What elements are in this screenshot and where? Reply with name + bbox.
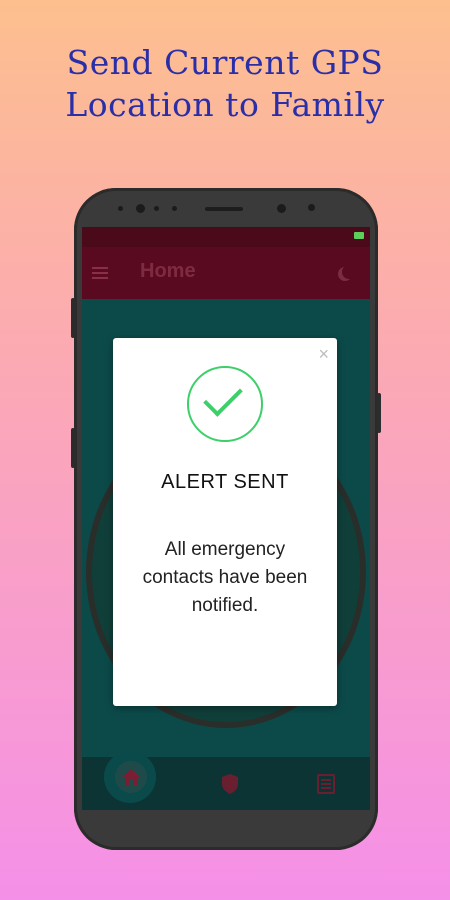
- dialog-message: All emergency contacts have been notifie…: [142, 539, 308, 616]
- sensor-icon: [118, 206, 123, 211]
- phone-side-button: [71, 428, 75, 468]
- status-bar: [82, 227, 370, 247]
- sensor-icon: [154, 206, 159, 211]
- headline-line-1: Send Current GPS: [66, 43, 384, 82]
- close-icon[interactable]: ×: [318, 344, 329, 365]
- check-mark: [203, 377, 243, 417]
- moon-icon[interactable]: [342, 265, 356, 279]
- phone-side-button: [71, 298, 75, 338]
- app-bar: Home: [82, 247, 370, 299]
- phone-top-bezel: [74, 203, 378, 215]
- camera-icon: [277, 204, 286, 213]
- phone-side-button: [377, 393, 381, 433]
- camera-icon: [136, 204, 145, 213]
- battery-icon: [354, 232, 364, 239]
- dialog-title: ALERT SENT: [161, 471, 289, 493]
- nav-home-button[interactable]: [115, 761, 147, 793]
- headline-line-2: Location to Family: [65, 85, 385, 124]
- promo-headline: Send Current GPS Location to Family: [0, 42, 450, 126]
- bottom-nav: [82, 751, 370, 810]
- home-icon: [122, 769, 140, 785]
- nav-list-button[interactable]: [316, 773, 336, 800]
- sensor-icon: [172, 206, 177, 211]
- menu-icon[interactable]: [92, 267, 108, 279]
- app-bar-title: Home: [140, 260, 196, 282]
- alert-dialog: × ALERT SENT All emergency contacts have…: [113, 338, 337, 706]
- status-icons: [304, 232, 364, 240]
- speaker-grille: [205, 207, 243, 211]
- success-check-icon: [187, 366, 263, 442]
- sensor-icon: [308, 204, 315, 211]
- list-icon: [317, 774, 335, 794]
- shield-icon: [222, 774, 238, 794]
- nav-shield-button[interactable]: [220, 773, 240, 800]
